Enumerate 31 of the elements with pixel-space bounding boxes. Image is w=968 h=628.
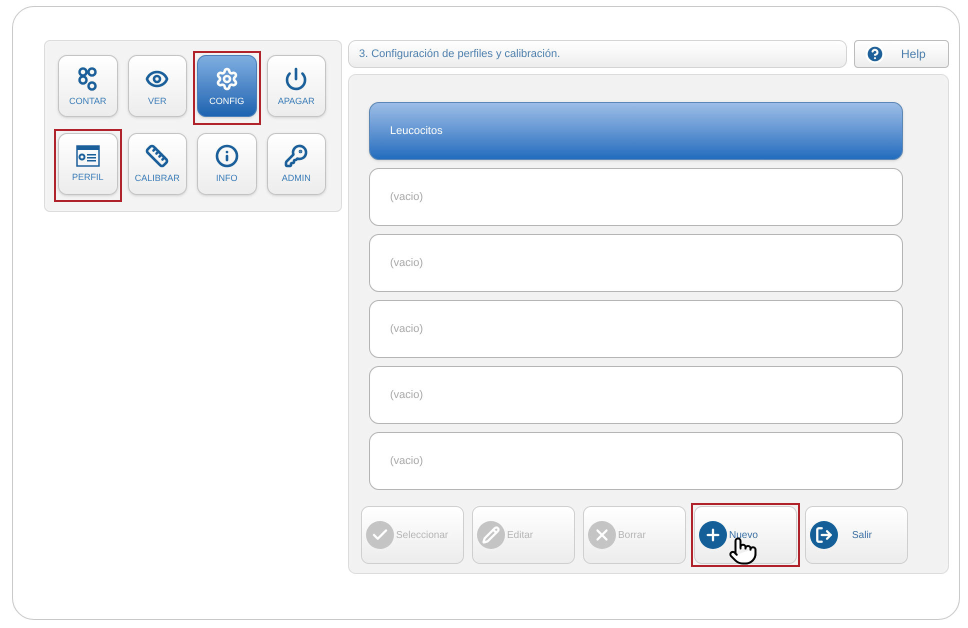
menu-button[interactable]: INFO	[197, 132, 256, 194]
profile-slot[interactable]: (vacio)	[369, 234, 903, 292]
help-button[interactable]: Help	[854, 40, 949, 68]
menu-button[interactable]: CONFIG	[197, 55, 256, 117]
cross-icon	[588, 521, 616, 549]
help-icon	[865, 44, 885, 64]
form-icon	[76, 145, 100, 167]
exit-icon	[810, 521, 838, 549]
menu-button[interactable]: CALIBRAR	[128, 132, 187, 194]
action-button[interactable]: Salir	[805, 506, 908, 564]
action-button[interactable]: Nuevo	[694, 506, 797, 564]
ruler-icon	[145, 144, 170, 168]
pencil-icon	[477, 521, 505, 549]
profile-slot[interactable]: (vacio)	[369, 366, 903, 424]
check-icon	[366, 521, 394, 549]
profile-slot[interactable]: (vacio)	[369, 168, 903, 226]
profile-slot[interactable]: (vacio)	[369, 432, 903, 490]
header-title: 3. Configuración de perfiles y calibración.	[359, 46, 560, 62]
profile-slot[interactable]: (vacio)	[369, 300, 903, 358]
menu-button[interactable]: APAGAR	[266, 55, 326, 117]
menu-button[interactable]: CONTAR	[58, 55, 118, 117]
menu-button[interactable]: VER	[128, 55, 187, 117]
circles-icon	[76, 66, 99, 90]
key-icon	[284, 144, 308, 168]
menu-button[interactable]: PERFIL	[58, 132, 118, 194]
menu-button[interactable]: ADMIN	[266, 132, 326, 194]
profile-slot[interactable]: Leucocitos	[369, 102, 903, 160]
info-icon	[214, 144, 239, 168]
settings-icon	[214, 66, 239, 90]
plus-icon	[699, 521, 727, 549]
power-icon	[284, 66, 308, 90]
